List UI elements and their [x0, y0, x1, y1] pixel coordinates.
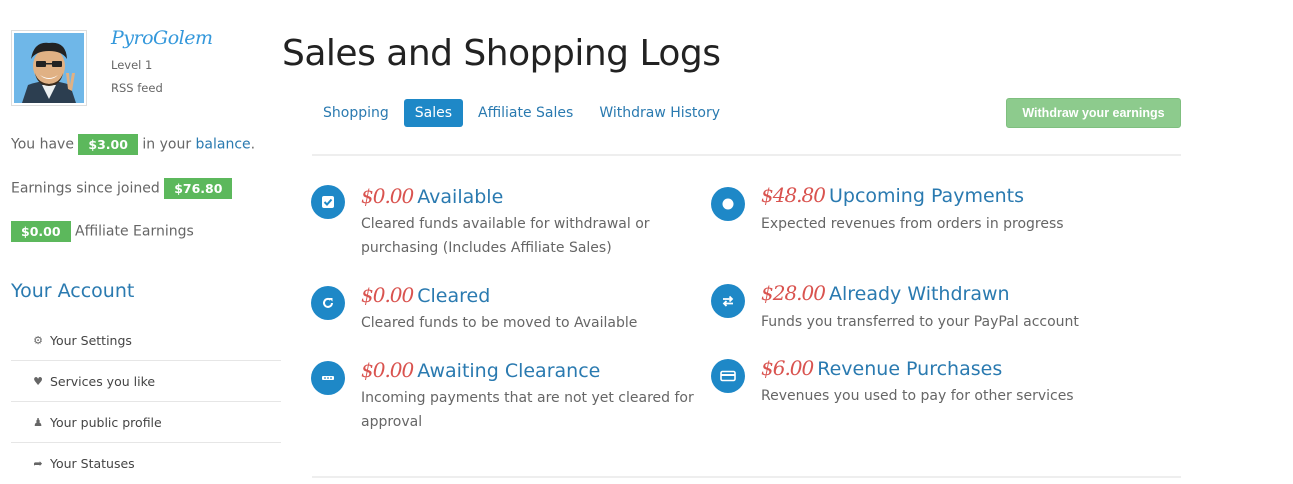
exchange-icon [711, 284, 745, 318]
cleared-desc-line1: Cleared funds to be moved to Available [361, 315, 638, 331]
withdrawn-desc-line1: Funds you transferred to your PayPal acc… [761, 314, 1079, 330]
withdrawn-label: Already Withdrawn [828, 283, 1010, 305]
upcoming-desc: Expected revenues from orders in progres… [761, 212, 1064, 236]
menu-item-settings[interactable]: ⚙ Your Settings [11, 320, 281, 361]
earnings-line: Earnings since joined $76.80 [11, 178, 233, 199]
divider-top [312, 154, 1181, 156]
available-desc-line1: Cleared funds available for withdrawal o… [361, 216, 650, 232]
tab-sales[interactable]: Sales [403, 99, 464, 127]
purchases-desc: Revenues you used to pay for other servi… [761, 384, 1074, 408]
purchases-label: Revenue Purchases [817, 358, 1003, 380]
balance-link[interactable]: balance [196, 137, 251, 153]
earnings-badge: $76.80 [164, 178, 233, 199]
stat-cleared: $0.00 Cleared [361, 283, 490, 307]
available-amount: $0.00 [361, 184, 414, 208]
rss-feed-link[interactable]: RSS feed [111, 81, 163, 95]
awaiting-amount: $0.00 [361, 358, 414, 382]
menu-item-label: Your Settings [50, 332, 132, 348]
avatar[interactable] [11, 30, 87, 106]
account-menu: ⚙ Your Settings ♥ Services you like ♟ Yo… [11, 320, 281, 484]
withdrawn-amount: $28.00 [761, 281, 826, 305]
menu-item-public-profile[interactable]: ♟ Your public profile [11, 402, 281, 443]
awaiting-desc-line1: Incoming payments that are not yet clear… [361, 390, 694, 406]
stat-upcoming: $48.80 Upcoming Payments [761, 183, 1024, 207]
ellipsis-icon [311, 361, 345, 395]
heart-icon: ♥ [33, 374, 43, 388]
account-title: Your Account [11, 280, 135, 302]
refresh-icon [311, 286, 345, 320]
user-level: Level 1 [111, 58, 153, 72]
check-square-icon [311, 185, 345, 219]
tabs: Shopping Sales Affiliate Sales Withdraw … [312, 99, 735, 127]
divider-bottom [312, 476, 1181, 478]
share-icon: ➦ [33, 457, 43, 470]
menu-item-label: Services you like [50, 373, 156, 389]
stat-available: $0.00 Available [361, 184, 503, 208]
stat-withdrawn: $28.00 Already Withdrawn [761, 281, 1010, 305]
menu-item-services-liked[interactable]: ♥ Services you like [11, 361, 281, 402]
upcoming-amount: $48.80 [761, 183, 826, 207]
affiliate-label: Affiliate Earnings [75, 223, 194, 240]
purchases-amount: $6.00 [761, 356, 814, 380]
balance-prefix: You have [11, 136, 74, 153]
cleared-amount: $0.00 [361, 283, 414, 307]
earnings-label: Earnings since joined [11, 180, 160, 197]
awaiting-label: Awaiting Clearance [417, 360, 601, 382]
withdraw-earnings-button[interactable]: Withdraw your earnings [1006, 98, 1181, 128]
tab-shopping[interactable]: Shopping [312, 99, 400, 127]
balance-suffix: . [250, 136, 256, 153]
user-icon: ♟ [33, 415, 43, 429]
tab-withdraw-history[interactable]: Withdraw History [588, 99, 731, 127]
gears-icon: ⚙ [33, 333, 43, 347]
balance-line: You have $3.00 in your balance. [11, 134, 255, 155]
stat-purchases: $6.00 Revenue Purchases [761, 356, 1002, 380]
available-label: Available [417, 186, 504, 208]
menu-item-label: Your public profile [50, 414, 162, 430]
awaiting-desc-line2: approval [361, 414, 423, 430]
username[interactable]: PyroGolem [111, 27, 213, 49]
withdrawn-desc: Funds you transferred to your PayPal acc… [761, 310, 1079, 334]
tab-affiliate-sales[interactable]: Affiliate Sales [467, 99, 584, 127]
menu-item-label: Your Statuses [50, 456, 135, 471]
balance-middle: in your [142, 136, 192, 153]
balance-badge: $3.00 [78, 134, 138, 155]
upcoming-desc-line1: Expected revenues from orders in progres… [761, 216, 1064, 232]
sidebar: PyroGolem Level 1 RSS feed You have $3.0… [0, 0, 282, 480]
affiliate-line: $0.00 Affiliate Earnings [11, 221, 194, 242]
stat-awaiting: $0.00 Awaiting Clearance [361, 358, 600, 382]
upcoming-label: Upcoming Payments [828, 185, 1025, 207]
credit-card-icon [711, 359, 745, 393]
avatar-image [14, 33, 84, 103]
available-desc: Cleared funds available for withdrawal o… [361, 212, 650, 260]
cleared-desc: Cleared funds to be moved to Available [361, 311, 637, 335]
available-desc-line2: purchasing (Includes Affiliate Sales) [361, 240, 612, 256]
awaiting-desc: Incoming payments that are not yet clear… [361, 386, 694, 434]
cleared-label: Cleared [417, 285, 491, 307]
purchases-desc-line1: Revenues you used to pay for other servi… [761, 388, 1074, 404]
dot-circle-icon [711, 187, 745, 221]
affiliate-badge: $0.00 [11, 221, 71, 242]
menu-item-statuses[interactable]: ➦ Your Statuses [11, 443, 281, 484]
page-title: Sales and Shopping Logs [282, 33, 721, 74]
